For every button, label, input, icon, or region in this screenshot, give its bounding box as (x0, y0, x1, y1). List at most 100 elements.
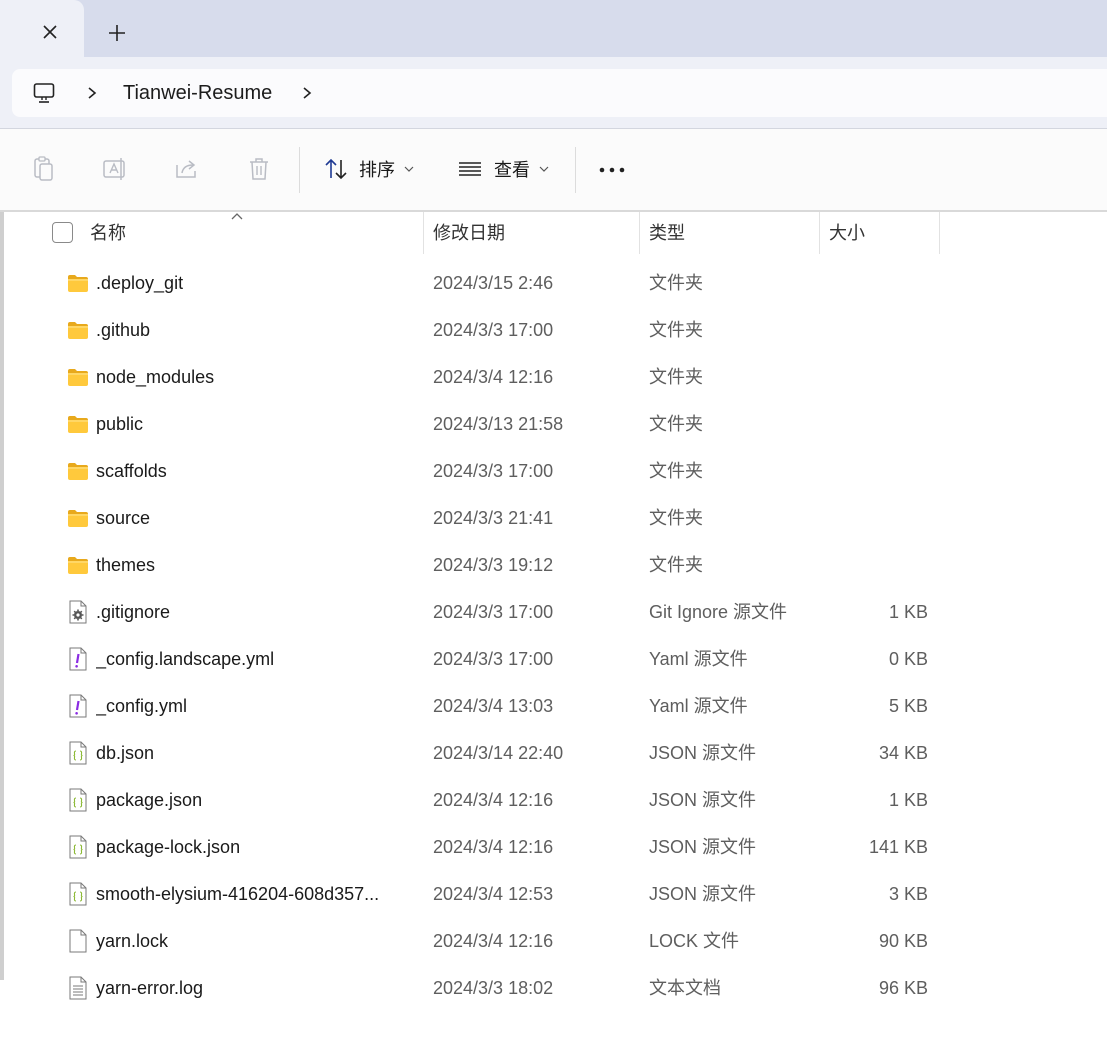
file-size: 34 KB (878, 743, 928, 763)
file-size: 3 KB (888, 884, 928, 904)
file-name: _config.yml (96, 696, 188, 716)
file-size: 1 KB (888, 602, 928, 622)
file-type: Git Ignore 源文件 (649, 602, 788, 622)
file-name: yarn.lock (96, 931, 169, 951)
chevron-down-icon[interactable] (404, 165, 414, 173)
file-type: LOCK 文件 (649, 931, 740, 951)
folder-row[interactable]: node_modules 2024/3/4 12:16 文件夹 (0, 354, 1107, 401)
file-row[interactable]: _config.landscape.yml 2024/3/3 17:00 Yaml … (0, 636, 1107, 683)
view-button[interactable]: 查看 (494, 157, 530, 183)
command-bar: 排序 查看 (0, 129, 1107, 212)
view-icon[interactable] (456, 155, 484, 183)
folder-icon (67, 553, 89, 577)
json-file-icon (67, 741, 89, 765)
folder-icon (67, 365, 89, 389)
address-bar-area: Tianwei-Resume (0, 57, 1107, 129)
file-type: 文件夹 (649, 367, 703, 387)
chevron-right-icon[interactable] (299, 84, 315, 102)
file-list: 名称 修改日期 类型 大小 .deploy_git 2024/3/15 2:46 文… (0, 212, 1107, 1056)
file-name: package.json (96, 790, 203, 810)
file-type: 文件夹 (649, 461, 703, 481)
file-type: JSON 源文件 (649, 837, 757, 857)
file-modified-date: 2024/3/3 17:00 (433, 320, 554, 340)
sort-icon[interactable] (322, 155, 350, 183)
column-header-name[interactable]: 名称 (90, 221, 126, 245)
file-modified-date: 2024/3/3 17:00 (433, 461, 554, 481)
column-header-size[interactable]: 大小 (829, 221, 865, 245)
file-row[interactable]: yarn-error.log 2024/3/3 18:02 文本文档 96 KB (0, 965, 1107, 1012)
file-row[interactable]: yarn.lock 2024/3/4 12:16 LOCK 文件 90 KB (0, 918, 1107, 965)
copy-icon[interactable] (30, 155, 58, 183)
file-type: 文件夹 (649, 273, 703, 293)
file-name: package-lock.json (96, 837, 241, 857)
json-file-icon (67, 835, 89, 859)
column-divider[interactable] (819, 212, 820, 254)
column-header-type[interactable]: 类型 (649, 221, 685, 245)
file-name: yarn-error.log (96, 978, 204, 998)
file-size: 0 KB (888, 649, 928, 669)
file-size: 96 KB (878, 978, 928, 998)
file-modified-date: 2024/3/13 21:58 (433, 414, 564, 434)
file-modified-date: 2024/3/4 13:03 (433, 696, 554, 716)
file-size: 5 KB (888, 696, 928, 716)
folder-row[interactable]: themes 2024/3/3 19:12 文件夹 (0, 542, 1107, 589)
delete-icon[interactable] (245, 155, 273, 183)
file-modified-date: 2024/3/15 2:46 (433, 273, 554, 293)
sort-button[interactable]: 排序 (359, 157, 395, 183)
address-bar[interactable]: Tianwei-Resume (12, 69, 1107, 117)
plus-icon[interactable] (104, 20, 130, 46)
folder-icon (67, 318, 89, 342)
folder-row[interactable]: public 2024/3/13 21:58 文件夹 (0, 401, 1107, 448)
share-icon[interactable] (173, 155, 201, 183)
folder-row[interactable]: .github 2024/3/3 17:00 文件夹 (0, 307, 1107, 354)
folder-row[interactable]: .deploy_git 2024/3/15 2:46 文件夹 (0, 260, 1107, 307)
toolbar-separator (299, 147, 300, 193)
column-divider[interactable] (639, 212, 640, 254)
close-icon[interactable] (38, 20, 62, 44)
file-row[interactable]: db.json 2024/3/14 22:40 JSON 源文件 34 KB (0, 730, 1107, 777)
file-icon (67, 929, 89, 953)
file-type: 文件夹 (649, 320, 703, 340)
column-header-row: 名称 修改日期 类型 大小 (0, 212, 1107, 254)
column-divider[interactable] (939, 212, 940, 254)
file-name: public (96, 414, 144, 434)
file-modified-date: 2024/3/4 12:16 (433, 837, 554, 857)
file-type: JSON 源文件 (649, 884, 757, 904)
file-name: node_modules (96, 367, 215, 387)
json-file-icon (67, 882, 89, 906)
toolbar-separator (575, 147, 576, 193)
computer-icon[interactable] (32, 81, 56, 105)
folder-row[interactable]: scaffolds 2024/3/3 17:00 文件夹 (0, 448, 1107, 495)
folder-icon (67, 459, 89, 483)
active-tab[interactable] (0, 0, 84, 57)
rename-icon[interactable] (101, 155, 129, 183)
column-divider[interactable] (423, 212, 424, 254)
file-size: 90 KB (878, 931, 928, 951)
more-icon[interactable] (598, 167, 626, 173)
file-row[interactable]: _config.yml 2024/3/4 13:03 Yaml 源文件 5 KB (0, 683, 1107, 730)
file-row[interactable]: package.json 2024/3/4 12:16 JSON 源文件 1 KB (0, 777, 1107, 824)
select-all-checkbox[interactable] (52, 222, 73, 243)
breadcrumb-item[interactable]: Tianwei-Resume (123, 80, 272, 106)
file-size: 141 KB (868, 837, 928, 857)
file-name: _config.landscape.yml (96, 649, 275, 669)
file-modified-date: 2024/3/3 18:02 (433, 978, 554, 998)
json-file-icon (67, 788, 89, 812)
yaml-file-icon (67, 694, 89, 718)
file-type: 文件夹 (649, 508, 703, 528)
folder-icon (67, 412, 89, 436)
folder-row[interactable]: source 2024/3/3 21:41 文件夹 (0, 495, 1107, 542)
file-modified-date: 2024/3/3 19:12 (433, 555, 554, 575)
file-modified-date: 2024/3/4 12:16 (433, 367, 554, 387)
chevron-down-icon[interactable] (539, 165, 549, 173)
file-name: source (96, 508, 151, 528)
file-name: themes (96, 555, 156, 575)
file-type: Yaml 源文件 (649, 649, 748, 669)
chevron-right-icon[interactable] (84, 84, 100, 102)
file-type: Yaml 源文件 (649, 696, 748, 716)
file-row[interactable]: smooth-elysium-416204-608d357... 2024/3/4… (0, 871, 1107, 918)
file-row[interactable]: .gitignore 2024/3/3 17:00 Git Ignore 源文件 1 … (0, 589, 1107, 636)
column-header-date[interactable]: 修改日期 (433, 221, 505, 245)
file-row[interactable]: package-lock.json 2024/3/4 12:16 JSON 源文件 1… (0, 824, 1107, 871)
file-modified-date: 2024/3/14 22:40 (433, 743, 564, 763)
